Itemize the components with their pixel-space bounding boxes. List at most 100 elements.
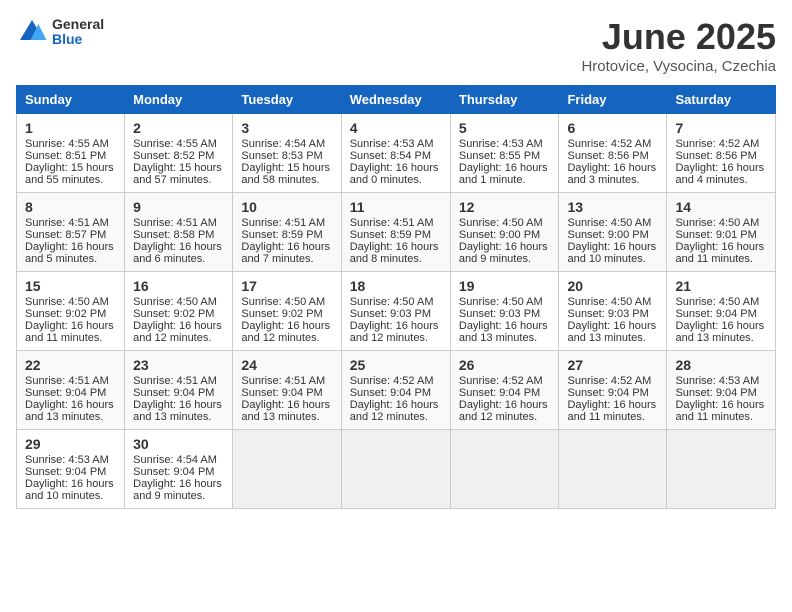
col-wednesday: Wednesday [341, 86, 450, 114]
daylight-text: Daylight: 16 hours and 13 minutes. [133, 399, 222, 423]
calendar-day-cell: 15Sunrise: 4:50 AMSunset: 9:02 PMDayligh… [17, 272, 125, 351]
sunrise-text: Sunrise: 4:52 AM [567, 138, 651, 150]
sunset-text: Sunset: 9:04 PM [675, 308, 756, 320]
calendar-day-cell: 30Sunrise: 4:54 AMSunset: 9:04 PMDayligh… [125, 430, 233, 509]
col-friday: Friday [559, 86, 667, 114]
sunrise-text: Sunrise: 4:52 AM [459, 375, 543, 387]
day-number: 29 [25, 436, 116, 452]
daylight-text: Daylight: 16 hours and 10 minutes. [567, 241, 656, 265]
calendar-week-row: 8Sunrise: 4:51 AMSunset: 8:57 PMDaylight… [17, 193, 776, 272]
daylight-text: Daylight: 16 hours and 11 minutes. [567, 399, 656, 423]
sunrise-text: Sunrise: 4:50 AM [459, 217, 543, 229]
daylight-text: Daylight: 15 hours and 55 minutes. [25, 162, 114, 186]
sunrise-text: Sunrise: 4:51 AM [133, 375, 217, 387]
sunrise-text: Sunrise: 4:50 AM [350, 296, 434, 308]
calendar-day-cell: 6Sunrise: 4:52 AMSunset: 8:56 PMDaylight… [559, 114, 667, 193]
sunset-text: Sunset: 9:03 PM [350, 308, 431, 320]
daylight-text: Daylight: 16 hours and 13 minutes. [675, 320, 764, 344]
day-number: 11 [350, 199, 442, 215]
empty-cell [233, 430, 341, 509]
sunset-text: Sunset: 8:51 PM [25, 150, 106, 162]
sunset-text: Sunset: 9:00 PM [459, 229, 540, 241]
sunset-text: Sunset: 9:02 PM [25, 308, 106, 320]
daylight-text: Daylight: 16 hours and 1 minute. [459, 162, 548, 186]
day-number: 5 [459, 120, 551, 136]
calendar-week-row: 15 Sunrise: 4:50 AM Sunset: 9:02 PM Dayligh… [17, 272, 776, 351]
day-number: 30 [133, 436, 224, 452]
calendar-day-cell: 23Sunrise: 4:51 AMSunset: 9:04 PMDayligh… [125, 351, 233, 430]
sunrise-text: Sunrise: 4:53 AM [675, 375, 759, 387]
day-number: 18 [350, 278, 442, 294]
day-number: 10 [241, 199, 332, 215]
daylight-text: Daylight: 16 hours and 12 minutes. [459, 399, 548, 423]
calendar-week-row: 29Sunrise: 4:53 AMSunset: 9:04 PMDayligh… [17, 430, 776, 509]
day-number: 13 [567, 199, 658, 215]
daylight-text: Daylight: 16 hours and 13 minutes. [567, 320, 656, 344]
sunrise-text: Sunrise: 4:54 AM [133, 454, 217, 466]
empty-cell [667, 430, 776, 509]
sunset-text: Sunset: 8:59 PM [241, 229, 322, 241]
sunset-text: Sunset: 8:55 PM [459, 150, 540, 162]
day-number: 4 [350, 120, 442, 136]
daylight-text: Daylight: 15 hours and 58 minutes. [241, 162, 330, 186]
day-number: 16 [133, 278, 224, 294]
calendar-day-cell: 5Sunrise: 4:53 AMSunset: 8:55 PMDaylight… [450, 114, 559, 193]
sunset-text: Sunset: 8:57 PM [25, 229, 106, 241]
sunrise-text: Sunrise: 4:55 AM [25, 138, 109, 150]
calendar-day-cell: 22Sunrise: 4:51 AMSunset: 9:04 PMDayligh… [17, 351, 125, 430]
daylight-text: Daylight: 16 hours and 9 minutes. [133, 478, 222, 502]
sunrise-text: Sunrise: 4:50 AM [567, 217, 651, 229]
daylight-text: Daylight: 16 hours and 13 minutes. [459, 320, 548, 344]
logo: General Blue [16, 16, 104, 48]
col-sunday: Sunday [17, 86, 125, 114]
calendar-day-cell: 1 Sunrise: 4:55 AMSunset: 8:51 PMDaylight… [17, 114, 125, 193]
daylight-text: Daylight: 16 hours and 12 minutes. [241, 320, 330, 344]
day-number: 14 [675, 199, 767, 215]
logo-blue-text: Blue [52, 32, 104, 47]
empty-cell [559, 430, 667, 509]
daylight-text: Daylight: 16 hours and 7 minutes. [241, 241, 330, 265]
daylight-text: Daylight: 16 hours and 12 minutes. [350, 399, 439, 423]
calendar-day-cell: 27Sunrise: 4:52 AMSunset: 9:04 PMDayligh… [559, 351, 667, 430]
calendar-day-cell: 7 Sunrise: 4:52 AMSunset: 8:56 PMDaylight… [667, 114, 776, 193]
daylight-text: Daylight: 16 hours and 11 minutes. [675, 399, 764, 423]
daylight-text: Daylight: 16 hours and 13 minutes. [241, 399, 330, 423]
sunrise-text: Sunrise: 4:50 AM [567, 296, 651, 308]
day-number: 15 [25, 278, 116, 294]
calendar-day-cell: 11Sunrise: 4:51 AMSunset: 8:59 PMDayligh… [341, 193, 450, 272]
day-number: 7 [675, 120, 767, 136]
daylight-text: Daylight: 16 hours and 3 minutes. [567, 162, 656, 186]
calendar-day-cell: 13Sunrise: 4:50 AMSunset: 9:00 PMDayligh… [559, 193, 667, 272]
day-number: 25 [350, 357, 442, 373]
logo-general-text: General [52, 17, 104, 32]
calendar-week-row: 1Sunrise: 4:55 AMSunset: 8:51 PMDaylight… [17, 114, 776, 193]
calendar-day-cell: 29Sunrise: 4:53 AMSunset: 9:04 PMDayligh… [17, 430, 125, 509]
sunrise-text: Sunrise: 4:51 AM [25, 375, 109, 387]
calendar-week-row: 22Sunrise: 4:51 AMSunset: 9:04 PMDayligh… [17, 351, 776, 430]
sunset-text: Sunset: 9:03 PM [459, 308, 540, 320]
calendar-day-cell: 2Sunrise: 4:55 AMSunset: 8:52 PMDaylight… [125, 114, 233, 193]
day-number: 8 [25, 199, 116, 215]
daylight-text: Daylight: 16 hours and 0 minutes. [350, 162, 439, 186]
calendar-day-cell: 18 Sunrise: 4:50 AMSunset: 9:03 PMDayligh… [341, 272, 450, 351]
sunrise-text: Sunrise: 4:52 AM [675, 138, 759, 150]
calendar-header-row: Sunday Monday Tuesday Wednesday Thursday… [17, 86, 776, 114]
sunrise-text: Sunrise: 4:50 AM [675, 296, 759, 308]
sunset-text: Sunset: 8:56 PM [675, 150, 756, 162]
day-number: 1 [25, 120, 116, 136]
day-number: 28 [675, 357, 767, 373]
day-number: 24 [241, 357, 332, 373]
daylight-text: Daylight: 16 hours and 4 minutes. [675, 162, 764, 186]
calendar-day-cell: 20Sunrise: 4:50 AMSunset: 9:03 PMDayligh… [559, 272, 667, 351]
col-saturday: Saturday [667, 86, 776, 114]
sunset-text: Sunset: 9:02 PM [133, 308, 214, 320]
day-number: 2 [133, 120, 224, 136]
calendar-day-cell: 16Sunrise: 4:50 AMSunset: 9:02 PMDayligh… [125, 272, 233, 351]
calendar-day-cell: 28Sunrise: 4:53 AMSunset: 9:04 PMDayligh… [667, 351, 776, 430]
sunset-text: Sunset: 8:56 PM [567, 150, 648, 162]
daylight-text: Daylight: 16 hours and 12 minutes. [350, 320, 439, 344]
day-number: 9 [133, 199, 224, 215]
sunset-text: Sunset: 8:58 PM [133, 229, 214, 241]
daylight-text: Daylight: 16 hours and 10 minutes. [25, 478, 114, 502]
sunset-text: Sunset: 9:01 PM [675, 229, 756, 241]
